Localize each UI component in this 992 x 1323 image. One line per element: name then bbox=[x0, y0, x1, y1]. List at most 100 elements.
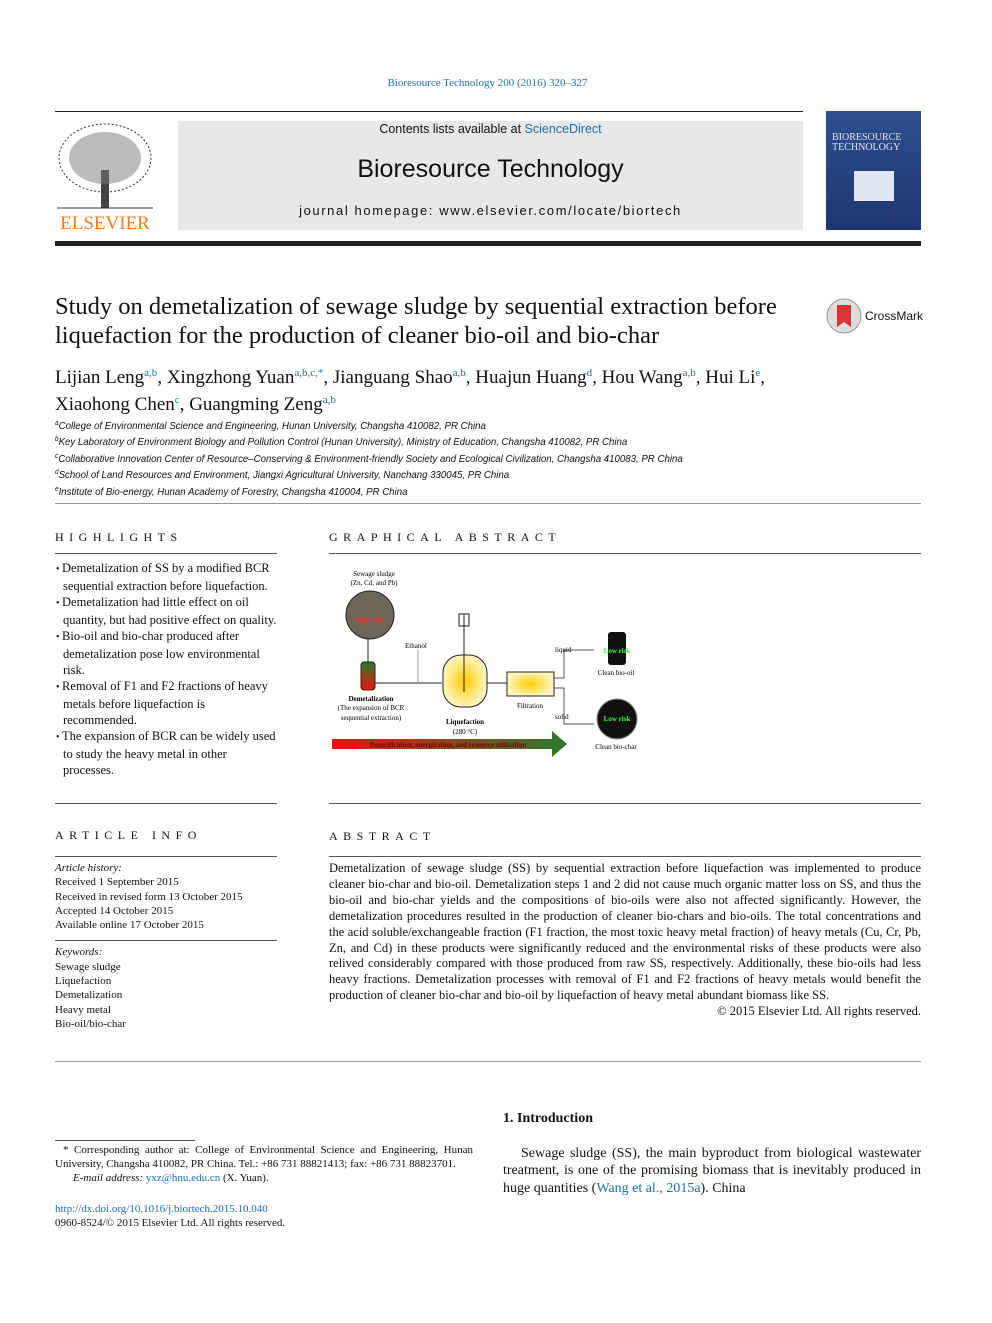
label-liquefaction: Liquefaction bbox=[446, 718, 484, 726]
author-affiliation-marker[interactable]: a,b bbox=[323, 394, 336, 406]
author: Guangming Zeng bbox=[189, 394, 323, 415]
affiliation: dSchool of Land Resources and Environmen… bbox=[55, 466, 683, 482]
abstract-text: Demetalization of sewage sludge (SS) by … bbox=[329, 861, 921, 1003]
author-list: Lijian Lenga,b, Xingzhong Yuana,b,c,*, J… bbox=[55, 367, 766, 415]
crossmark-icon bbox=[826, 298, 862, 334]
divider bbox=[55, 803, 277, 804]
label-ethanol: Ethanol bbox=[405, 642, 427, 650]
divider bbox=[329, 856, 921, 857]
introduction: 1. Introduction Sewage sludge (SS), the … bbox=[503, 1110, 921, 1197]
divider bbox=[55, 856, 277, 857]
sciencedirect-link[interactable]: ScienceDirect bbox=[525, 122, 602, 136]
journal-cover: BIORESOURCE TECHNOLOGY bbox=[826, 111, 921, 230]
author-affiliation-marker[interactable]: a,b bbox=[453, 367, 466, 379]
divider bbox=[55, 940, 277, 942]
introduction-text: Sewage sludge (SS), the main byproduct f… bbox=[503, 1145, 921, 1198]
footnotes: * Corresponding author at: College of En… bbox=[55, 1143, 473, 1230]
label-metals: (Zn, Cd, and Pb) bbox=[351, 579, 399, 587]
author: Huajun Huang bbox=[475, 367, 587, 388]
label-solid: solid bbox=[555, 713, 569, 721]
affiliation-text: Key Laboratory of Environment Biology an… bbox=[58, 436, 628, 449]
doi-link[interactable]: http://dx.doi.org/10.1016/j.biortech.201… bbox=[55, 1203, 268, 1215]
journal-banner: Contents lists available at ScienceDirec… bbox=[178, 121, 803, 230]
highlight-item: The expansion of BCR can be widely used … bbox=[55, 728, 277, 778]
highlight-item: Removal of F1 and F2 fractions of heavy … bbox=[55, 678, 277, 728]
publisher-name: ELSEVIER bbox=[60, 213, 150, 234]
author: Lijian Leng bbox=[55, 367, 145, 388]
author: Hui Li bbox=[705, 367, 756, 388]
keyword: Sewage sludge bbox=[55, 960, 121, 973]
contents-label: Contents lists available at bbox=[379, 122, 525, 136]
author: Jianguang Shao bbox=[332, 367, 453, 388]
history-label: Article history: bbox=[55, 862, 122, 874]
graphical-abstract-heading: GRAPHICAL ABSTRACT bbox=[329, 530, 562, 544]
thick-divider bbox=[55, 241, 921, 246]
journal-reference[interactable]: Bioresource Technology 200 (2016) 320–32… bbox=[0, 77, 975, 89]
label-high-risk: High risk bbox=[356, 616, 384, 624]
keywords-label: Keywords: bbox=[55, 946, 103, 959]
divider bbox=[329, 803, 921, 804]
elsevier-logo: ELSEVIER bbox=[55, 120, 155, 234]
divider bbox=[329, 553, 921, 554]
highlight-item: Demetalization had little effect on oil … bbox=[55, 594, 277, 628]
label-liquid: liquid bbox=[555, 646, 572, 654]
history-item: Received 1 September 2015 bbox=[55, 876, 179, 889]
keyword: Bio-oil/bio-char bbox=[55, 1017, 126, 1030]
filtration-unit bbox=[506, 671, 555, 697]
history-item: Accepted 14 October 2015 bbox=[55, 904, 174, 917]
affiliation-text: School of Land Resources and Environment… bbox=[58, 469, 510, 482]
liquefaction-reactor bbox=[442, 654, 488, 708]
label-arrow: Detoxification, energization, and resour… bbox=[370, 741, 527, 749]
history-item: Received in revised form 13 October 2015 bbox=[55, 890, 243, 903]
citation-link[interactable]: Wang et al., 2015a bbox=[596, 1181, 700, 1196]
label-sewage-sludge: Sewage sludge bbox=[353, 570, 395, 578]
label-clean-bio-char: Clean bio-char bbox=[595, 743, 637, 751]
history-item: Available online 17 October 2015 bbox=[55, 919, 204, 932]
introduction-heading: 1. Introduction bbox=[503, 1111, 593, 1126]
affiliation: bKey Laboratory of Environment Biology a… bbox=[55, 433, 683, 449]
highlight-item: Demetalization of SS by a modified BCR s… bbox=[55, 560, 277, 594]
divider bbox=[55, 111, 803, 112]
keyword: Heavy metal bbox=[55, 1003, 111, 1016]
author-affiliation-marker[interactable]: d bbox=[587, 367, 593, 379]
crossmark-button[interactable]: CrossMark bbox=[826, 298, 923, 334]
affiliation-text: Collaborative Innovation Center of Resou… bbox=[58, 452, 683, 465]
cover-image bbox=[853, 171, 894, 201]
email-link[interactable]: yxz@hnu.edu.cn bbox=[146, 1172, 220, 1184]
journal-homepage[interactable]: journal homepage: www.elsevier.com/locat… bbox=[178, 203, 803, 218]
article-info: Article history: Received 1 September 20… bbox=[55, 861, 277, 1031]
article-info-heading: ARTICLE INFO bbox=[55, 828, 202, 842]
author-affiliation-marker[interactable]: a,b bbox=[144, 367, 157, 379]
author-affiliation-marker[interactable]: c bbox=[175, 394, 180, 406]
sludge-image bbox=[345, 590, 395, 640]
intro-text-part: ). China bbox=[700, 1180, 746, 1196]
author-affiliation-marker[interactable]: a,b bbox=[683, 367, 696, 379]
article-title: Study on demetalization of sewage sludge… bbox=[55, 293, 777, 349]
divider bbox=[55, 1061, 921, 1062]
affiliation-text: College of Environmental Science and Eng… bbox=[58, 420, 486, 432]
author-affiliation-marker[interactable]: a,b,c,* bbox=[294, 367, 323, 379]
author-affiliation-marker[interactable]: e bbox=[755, 367, 760, 379]
label-low-risk-2: Low risk bbox=[604, 715, 631, 723]
highlights-list: Demetalization of SS by a modified BCR s… bbox=[55, 560, 277, 778]
cover-title: BIORESOURCE TECHNOLOGY bbox=[832, 132, 902, 153]
highlight-item: Bio-oil and bio-char produced after deme… bbox=[55, 628, 277, 678]
divider bbox=[55, 553, 277, 554]
label-low-risk: Low risk bbox=[604, 647, 631, 655]
label-clean-bio-oil: Clean bio-oil bbox=[598, 669, 635, 677]
demetalization-column bbox=[360, 661, 376, 691]
email-suffix: (X. Yuan). bbox=[220, 1172, 269, 1185]
author: Xiaohong Chen bbox=[55, 394, 175, 415]
affiliation: cCollaborative Innovation Center of Reso… bbox=[55, 450, 683, 466]
affiliation-text: Institute of Bio-energy, Hunan Academy o… bbox=[58, 485, 408, 498]
issn: 0960-8524/© 2015 Elsevier Ltd. All right… bbox=[55, 1216, 286, 1229]
author: Hou Wang bbox=[601, 367, 683, 388]
abstract: Demetalization of sewage sludge (SS) by … bbox=[329, 861, 921, 1020]
corresponding-author-note: * Corresponding author at: College of En… bbox=[55, 1144, 473, 1171]
journal-title: Bioresource Technology bbox=[357, 155, 624, 183]
keyword: Liquefaction bbox=[55, 975, 112, 988]
copyright: © 2015 Elsevier Ltd. All rights reserved… bbox=[717, 1004, 921, 1019]
keyword: Demetalization bbox=[55, 989, 123, 1002]
label-temperature: (280 °C) bbox=[453, 728, 478, 736]
abstract-heading: ABSTRACT bbox=[329, 829, 436, 843]
